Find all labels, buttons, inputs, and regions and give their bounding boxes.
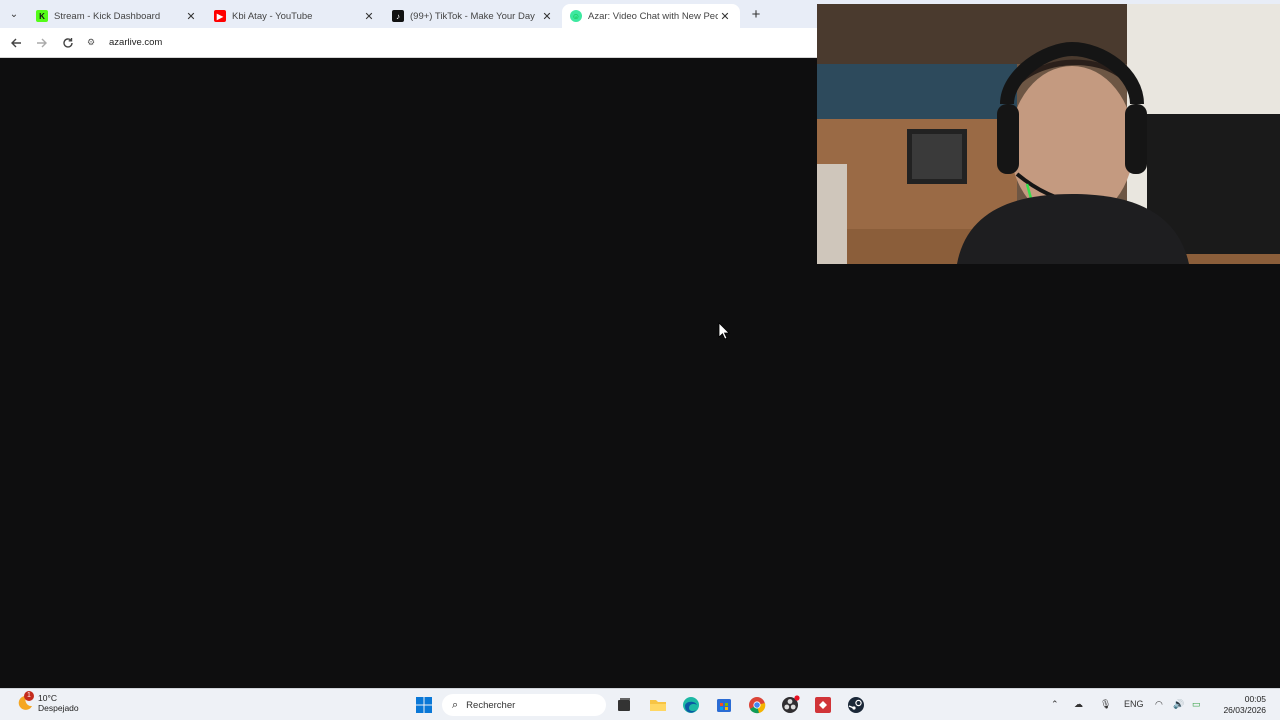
store-icon[interactable]: [714, 695, 734, 715]
tab-close-icon[interactable]: ✕: [718, 10, 732, 23]
steam-icon[interactable]: [846, 695, 866, 715]
tab-tiktok[interactable]: ♪ (99+) TikTok - Make Your Day ✕: [384, 4, 562, 28]
clock-time: 00:05: [1244, 694, 1266, 704]
wifi-icon[interactable]: ◠: [1155, 699, 1163, 710]
tray-chevron-up-icon[interactable]: ⌃: [1051, 699, 1059, 710]
tab-title: Azar: Video Chat with New Peo: [588, 10, 718, 22]
tab-kick-dashboard[interactable]: K Stream - Kick Dashboard ✕: [28, 4, 206, 28]
address-bar[interactable]: ⚙ azarlive.com: [87, 32, 162, 54]
mouse-cursor-icon: [718, 322, 730, 340]
kick-icon: K: [36, 10, 48, 22]
tab-title: Stream - Kick Dashboard: [54, 10, 161, 22]
clock-date: 26/03/2026: [1223, 705, 1266, 715]
weather-moon-icon: 1: [14, 691, 34, 713]
webcam-overlay: [817, 4, 1280, 264]
microphone-icon[interactable]: 🎙: [1100, 699, 1111, 710]
arrow-left-icon: [11, 38, 21, 47]
url-text: azarlive.com: [109, 37, 163, 48]
site-settings-icon[interactable]: ⚙: [87, 37, 103, 48]
tab-youtube[interactable]: ▶ Kbi Atay - YouTube ✕: [206, 4, 384, 28]
arrow-right-icon: [37, 38, 47, 47]
youtube-icon: ▶: [214, 10, 226, 22]
language-indicator[interactable]: ENG: [1124, 699, 1144, 709]
taskbar-search-input[interactable]: ⌕ Rechercher: [442, 694, 606, 716]
cloud-off-icon[interactable]: ☁: [1074, 699, 1083, 710]
edge-icon[interactable]: [681, 695, 701, 715]
chrome-icon[interactable]: [747, 695, 767, 715]
battery-icon[interactable]: ▭: [1192, 699, 1201, 710]
tab-close-icon[interactable]: ✕: [184, 10, 198, 23]
obs-icon[interactable]: [780, 695, 800, 715]
search-placeholder: Rechercher: [466, 699, 516, 711]
forward-button[interactable]: [29, 30, 55, 56]
app-red-icon[interactable]: [813, 695, 833, 715]
back-button[interactable]: [3, 30, 29, 56]
webcam-video: [817, 4, 1280, 264]
weather-condition: Despejado: [38, 703, 79, 713]
windows-taskbar: 1 10°C Despejado ⌕ Rechercher ⌃ ☁ 🎙 ENG …: [0, 688, 1280, 720]
tab-close-icon[interactable]: ✕: [540, 10, 554, 23]
task-view-icon[interactable]: [614, 695, 634, 715]
search-icon: ⌕: [452, 698, 459, 711]
tab-azar[interactable]: ☺ Azar: Video Chat with New Peo ✕: [562, 4, 740, 28]
weather-widget[interactable]: 1 10°C Despejado: [14, 691, 79, 713]
volume-icon[interactable]: 🔊: [1173, 699, 1184, 710]
windows-start-icon[interactable]: [414, 695, 434, 715]
tab-search-chevron-icon[interactable]: ⌄: [0, 0, 28, 28]
tab-close-icon[interactable]: ✕: [362, 10, 376, 23]
azar-icon: ☺: [570, 10, 582, 22]
file-explorer-icon[interactable]: [648, 695, 668, 715]
new-tab-button[interactable]: +: [744, 6, 768, 23]
weather-temp: 10°C: [38, 693, 57, 703]
system-clock[interactable]: 00:05 26/03/2026: [1223, 694, 1266, 716]
tiktok-icon: ♪: [392, 10, 404, 22]
reload-icon: [63, 37, 73, 48]
tab-title: Kbi Atay - YouTube: [232, 10, 313, 22]
tab-title: (99+) TikTok - Make Your Day: [410, 10, 535, 22]
reload-button[interactable]: [55, 30, 81, 56]
weather-badge: 1: [24, 691, 34, 701]
